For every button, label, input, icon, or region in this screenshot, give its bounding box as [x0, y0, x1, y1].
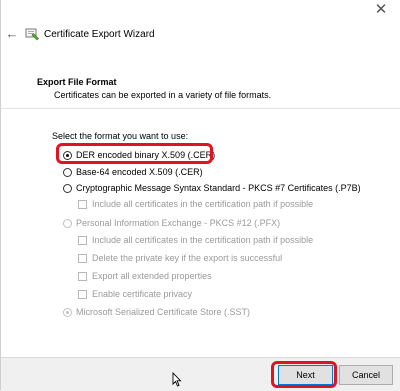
- checkbox-pfx-export-props-label: Export all extended properties: [92, 271, 212, 281]
- checkbox-pfx-include-label: Include all certificates in the certific…: [92, 235, 314, 245]
- radio-base64-button[interactable]: [63, 167, 72, 177]
- cancel-button[interactable]: Cancel: [339, 365, 393, 385]
- checkbox-pfx-delete-key[interactable]: Delete the private key if the export is …: [78, 252, 282, 264]
- wizard-window: ✕ ← Certificate Export Wizard Export Fil…: [0, 0, 400, 391]
- checkbox-pfx-privacy[interactable]: Enable certificate privacy: [78, 288, 192, 300]
- radio-sst-button[interactable]: [63, 307, 72, 317]
- back-button[interactable]: ←: [4, 26, 20, 42]
- wizard-footer: Next Cancel: [1, 357, 400, 391]
- format-prompt: Select the format you want to use:: [52, 131, 189, 141]
- radio-sst[interactable]: Microsoft Serialized Certificate Store (…: [63, 306, 250, 318]
- checkbox-pfx-include-box[interactable]: [78, 235, 87, 245]
- close-icon: ✕: [374, 1, 388, 18]
- wizard-title: Certificate Export Wizard: [44, 29, 155, 40]
- checkbox-pkcs7-include-label: Include all certificates in the certific…: [92, 199, 314, 209]
- header-divider: [1, 108, 400, 109]
- radio-sst-label: Microsoft Serialized Certificate Store (…: [76, 307, 251, 317]
- checkbox-pkcs7-include-box[interactable]: [78, 199, 87, 209]
- mouse-cursor-icon: [172, 372, 182, 387]
- radio-base64-label: Base-64 encoded X.509 (.CER): [76, 167, 203, 177]
- page-description: Certificates can be exported in a variet…: [54, 90, 272, 100]
- checkbox-pfx-privacy-box[interactable]: [78, 289, 87, 299]
- checkbox-pfx-export-props-box[interactable]: [78, 271, 87, 281]
- radio-pfx-button[interactable]: [63, 218, 72, 228]
- checkbox-pfx-delete-key-box[interactable]: [78, 253, 87, 263]
- checkbox-pfx-privacy-label: Enable certificate privacy: [92, 289, 193, 299]
- highlight-next-button: [271, 361, 337, 388]
- certificate-wizard-icon: [25, 28, 39, 41]
- radio-pkcs7-button[interactable]: [63, 183, 72, 193]
- radio-pkcs7[interactable]: Cryptographic Message Syntax Standard - …: [63, 182, 361, 194]
- checkbox-pfx-delete-key-label: Delete the private key if the export is …: [92, 253, 283, 263]
- radio-pfx[interactable]: Personal Information Exchange - PKCS #12…: [63, 217, 280, 229]
- radio-base64[interactable]: Base-64 encoded X.509 (.CER): [63, 166, 203, 178]
- radio-pkcs7-label: Cryptographic Message Syntax Standard - …: [76, 183, 361, 193]
- checkbox-pkcs7-include[interactable]: Include all certificates in the certific…: [78, 198, 313, 210]
- radio-pfx-label: Personal Information Exchange - PKCS #12…: [76, 218, 281, 228]
- checkbox-pfx-export-props[interactable]: Export all extended properties: [78, 270, 212, 282]
- checkbox-pfx-include[interactable]: Include all certificates in the certific…: [78, 234, 313, 246]
- highlight-der-option: [56, 143, 213, 164]
- back-arrow-icon: ←: [5, 26, 19, 41]
- page-title: Export File Format: [37, 77, 117, 87]
- close-button[interactable]: ✕: [370, 1, 392, 19]
